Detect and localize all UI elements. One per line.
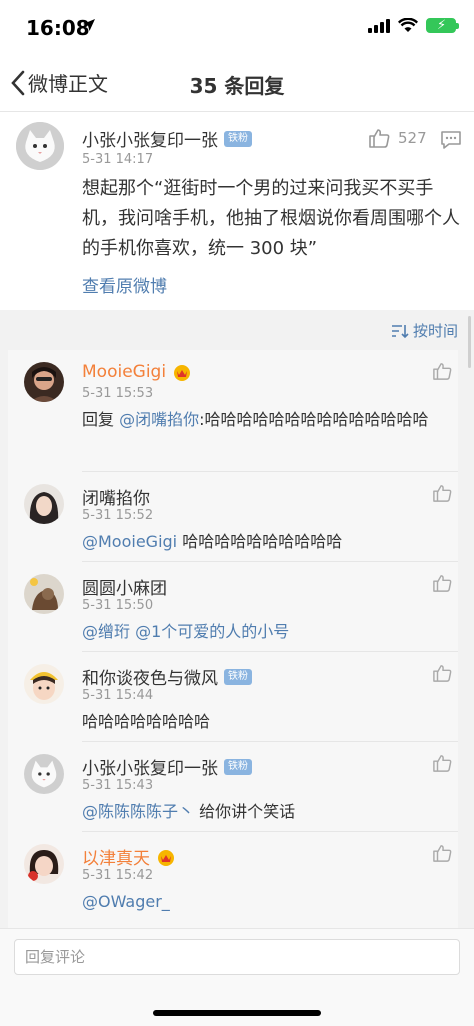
comment-timestamp: 5-31 15:53 <box>82 386 154 401</box>
mention-link[interactable]: @OWager_ <box>82 892 170 911</box>
comment-item: 闭嘴掐你 5-31 15:52 @MooieGigi 哈哈哈哈哈哈哈哈哈哈 <box>8 472 458 562</box>
comment-icon[interactable] <box>440 130 462 150</box>
comment-body: :哈哈哈哈哈哈哈哈哈哈哈哈哈哈 <box>199 410 429 429</box>
avatar[interactable] <box>24 362 64 402</box>
avatar[interactable] <box>24 754 64 794</box>
comment-text: @缯珩 @1个可爱的人的小号 <box>82 618 452 646</box>
comment-text: 回复 @闭嘴掐你:哈哈哈哈哈哈哈哈哈哈哈哈哈哈 <box>82 406 452 434</box>
user-avatar-icon <box>24 664 64 704</box>
comment-author-row: 和你谈夜色与微风 铁粉 <box>82 664 252 689</box>
comment-body: 给你讲个笑话 <box>194 802 296 821</box>
comment-timestamp: 5-31 15:52 <box>82 508 154 523</box>
thumbs-up-icon[interactable] <box>432 574 452 592</box>
reply-input[interactable]: 回复评论 <box>14 939 460 975</box>
fans-badge: 铁粉 <box>224 130 252 147</box>
comment-author-row: MooieGigi <box>82 362 192 382</box>
comment-item: MooieGigi 5-31 15:53 回复 @闭嘴掐你:哈哈哈哈哈哈哈哈哈哈… <box>8 350 458 472</box>
comment-timestamp: 5-31 15:42 <box>82 868 154 883</box>
cat-avatar-icon <box>24 754 64 794</box>
view-original-link[interactable]: 查看原微博 <box>82 272 167 297</box>
navigation-bar: 微博正文 35 条回复 <box>0 56 474 112</box>
original-post: 小张小张复印一张 铁粉 5-31 14:17 想起那个“逛街时一个男的过来问我买… <box>0 112 474 310</box>
comment-author-row: 小张小张复印一张 铁粉 <box>82 754 252 779</box>
comment-author-row: 以津真天 <box>82 844 176 869</box>
status-bar: 16:08 ⚡ <box>0 0 474 56</box>
mention-link[interactable]: @陈陈陈陈子丶 <box>82 802 194 821</box>
vip-crown-icon <box>158 849 174 866</box>
thumbs-up-icon[interactable] <box>432 754 452 772</box>
comment-author-row: 闭嘴掐你 <box>82 484 150 509</box>
post-text: 想起那个“逛街时一个男的过来问我买不买手机，我问啥手机，他抽了根烟说你看周围哪个… <box>82 178 460 259</box>
user-avatar-icon <box>24 844 64 884</box>
user-avatar-icon <box>24 574 64 614</box>
scrollbar[interactable] <box>468 316 471 368</box>
mention-link[interactable]: @闭嘴掐你 <box>119 410 199 429</box>
thumbs-up-icon <box>369 129 390 148</box>
sort-icon <box>391 324 409 338</box>
wifi-icon <box>398 18 418 32</box>
battery-icon: ⚡ <box>426 18 459 33</box>
comment-author-name[interactable]: 和你谈夜色与微风 <box>82 664 218 689</box>
mention-link[interactable]: @缯珩 @1个可爱的人的小号 <box>82 622 289 641</box>
cellular-signal-icon <box>368 18 390 33</box>
thumbs-up-icon[interactable] <box>432 844 452 862</box>
post-timestamp: 5-31 14:17 <box>82 152 154 167</box>
comment-author-name[interactable]: MooieGigi <box>82 362 166 382</box>
cat-avatar-icon <box>16 122 64 170</box>
sort-label: 按时间 <box>412 322 458 340</box>
comment-text: 哈哈哈哈哈哈哈哈 <box>82 712 211 731</box>
post-author-row: 小张小张复印一张 铁粉 <box>82 126 252 151</box>
comment-item: 圆圆小麻团 5-31 15:50 @缯珩 @1个可爱的人的小号 <box>8 562 458 652</box>
avatar[interactable] <box>24 664 64 704</box>
reply-prefix: 回复 <box>82 410 120 429</box>
comment-text: @MooieGigi 哈哈哈哈哈哈哈哈哈哈 <box>82 528 452 556</box>
page-title: 35 条回复 <box>189 74 285 98</box>
comment-timestamp: 5-31 15:50 <box>82 598 154 613</box>
sort-by-time-button[interactable]: 按时间 <box>391 320 458 341</box>
post-like-button[interactable]: 527 <box>368 128 427 148</box>
thumbs-up-icon[interactable] <box>432 664 452 682</box>
vip-crown-icon <box>174 365 191 381</box>
comment-text: @OWager_ <box>82 888 452 916</box>
thumbs-up-icon[interactable] <box>432 362 452 380</box>
location-arrow-icon <box>83 19 95 31</box>
status-indicators: ⚡ <box>368 18 459 33</box>
comment-text: @陈陈陈陈子丶 给你讲个笑话 <box>82 798 452 826</box>
comment-author-row: 圆圆小麻团 <box>82 574 167 599</box>
home-indicator[interactable] <box>153 1010 321 1016</box>
fans-badge: 铁粉 <box>224 668 252 685</box>
post-author-name[interactable]: 小张小张复印一张 <box>82 126 218 151</box>
avatar[interactable] <box>24 844 64 884</box>
like-count: 527 <box>398 129 427 147</box>
avatar[interactable] <box>24 574 64 614</box>
comments-section: 按时间 MooieGigi 5-31 15:53 回复 @闭嘴掐你:哈哈哈哈哈哈… <box>0 310 474 928</box>
comment-item: 小张小张复印一张 铁粉 5-31 15:43 @陈陈陈陈子丶 给你讲个笑话 <box>8 742 458 832</box>
comment-body: 哈哈哈哈哈哈哈哈哈哈 <box>177 532 343 551</box>
comment-timestamp: 5-31 15:44 <box>82 688 154 703</box>
mention-link[interactable]: @MooieGigi <box>82 532 177 551</box>
status-time: 16:08 <box>26 16 90 40</box>
comment-author-name[interactable]: 小张小张复印一张 <box>82 754 218 779</box>
avatar[interactable] <box>24 484 64 524</box>
comment-author-name[interactable]: 以津真天 <box>82 844 150 869</box>
user-avatar-icon <box>24 484 64 524</box>
avatar[interactable] <box>16 122 64 170</box>
comment-author-name[interactable]: 圆圆小麻团 <box>82 574 167 599</box>
comment-item: 和你谈夜色与微风 铁粉 5-31 15:44 哈哈哈哈哈哈哈哈 <box>8 652 458 742</box>
fans-badge: 铁粉 <box>224 758 252 775</box>
user-avatar-icon <box>24 362 64 402</box>
comment-author-name[interactable]: 闭嘴掐你 <box>82 484 150 509</box>
comment-timestamp: 5-31 15:43 <box>82 778 154 793</box>
thumbs-up-icon[interactable] <box>432 484 452 502</box>
comment-item: 以津真天 5-31 15:42 @OWager_ <box>8 832 458 928</box>
